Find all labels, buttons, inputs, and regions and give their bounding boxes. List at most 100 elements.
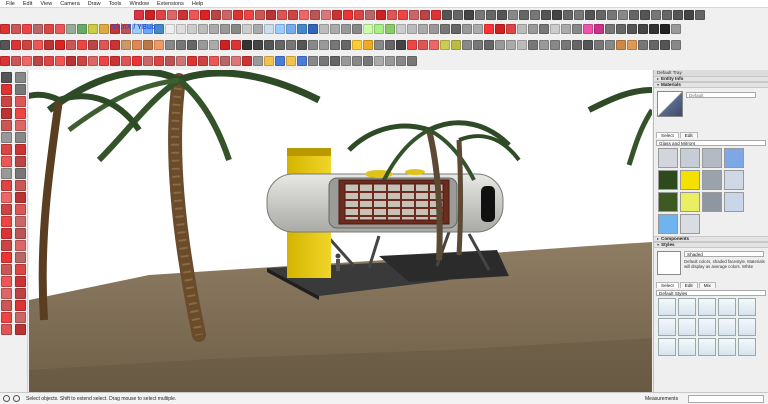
toolbar4-tool-icon[interactable] bbox=[308, 56, 318, 66]
toolbar1-tool-icon[interactable] bbox=[508, 10, 518, 20]
toolbar3-tool-icon[interactable] bbox=[539, 40, 549, 50]
toolbar2-tool-icon[interactable] bbox=[33, 24, 43, 34]
toolbar4-tool-icon[interactable] bbox=[143, 56, 153, 66]
toolbar3-tool-icon[interactable] bbox=[44, 40, 54, 50]
styles-library-select[interactable]: Default Styles bbox=[656, 290, 766, 296]
toolbar1-tool-icon[interactable] bbox=[662, 10, 672, 20]
toolbar1-tool-icon[interactable] bbox=[387, 10, 397, 20]
palette-tool-icon[interactable] bbox=[1, 132, 12, 143]
toolbar3-tool-icon[interactable] bbox=[605, 40, 615, 50]
styles-header[interactable]: ▾ Styles bbox=[654, 242, 768, 248]
toolbar1-tool-icon[interactable] bbox=[420, 10, 430, 20]
toolbar2-tool-icon[interactable] bbox=[660, 24, 670, 34]
toolbar4-tool-icon[interactable] bbox=[330, 56, 340, 66]
toolbar1-tool-icon[interactable] bbox=[530, 10, 540, 20]
toolbar2-tool-icon[interactable] bbox=[209, 24, 219, 34]
toolbar1-tool-icon[interactable] bbox=[233, 10, 243, 20]
toolbar3-tool-icon[interactable] bbox=[22, 40, 32, 50]
style-thumbnail-item[interactable] bbox=[698, 318, 716, 336]
toolbar2-tool-icon[interactable] bbox=[319, 24, 329, 34]
palette-tool-icon[interactable] bbox=[15, 288, 26, 299]
toolbar3-tool-icon[interactable] bbox=[33, 40, 43, 50]
info-icon[interactable] bbox=[3, 395, 10, 402]
material-swatch-item[interactable] bbox=[680, 148, 700, 168]
toolbar4-tool-icon[interactable] bbox=[242, 56, 252, 66]
material-swatch-item[interactable] bbox=[658, 214, 678, 234]
toolbar3-tool-icon[interactable] bbox=[484, 40, 494, 50]
palette-tool-icon[interactable] bbox=[1, 156, 12, 167]
toolbar4-tool-icon[interactable] bbox=[396, 56, 406, 66]
material-swatch-item[interactable] bbox=[702, 192, 722, 212]
palette-tool-icon[interactable] bbox=[15, 192, 26, 203]
toolbar3-tool-icon[interactable] bbox=[330, 40, 340, 50]
toolbar2-tool-icon[interactable] bbox=[154, 24, 164, 34]
palette-tool-icon[interactable] bbox=[15, 168, 26, 179]
toolbar3-tool-icon[interactable] bbox=[649, 40, 659, 50]
toolbar2-tool-icon[interactable] bbox=[440, 24, 450, 34]
toolbar3-tool-icon[interactable] bbox=[495, 40, 505, 50]
toolbar4-tool-icon[interactable] bbox=[99, 56, 109, 66]
toolbar3-tool-icon[interactable] bbox=[517, 40, 527, 50]
toolbar3-tool-icon[interactable] bbox=[429, 40, 439, 50]
toolbar4-tool-icon[interactable] bbox=[88, 56, 98, 66]
toolbar1-tool-icon[interactable] bbox=[189, 10, 199, 20]
style-thumbnail-item[interactable] bbox=[738, 318, 756, 336]
style-thumbnail-item[interactable] bbox=[678, 318, 696, 336]
toolbar1-tool-icon[interactable] bbox=[409, 10, 419, 20]
toolbar2-tool-icon[interactable] bbox=[594, 24, 604, 34]
toolbar3-tool-icon[interactable] bbox=[671, 40, 681, 50]
toolbar2-tool-icon[interactable] bbox=[165, 24, 175, 34]
toolbar2-tool-icon[interactable] bbox=[66, 24, 76, 34]
toolbar4-tool-icon[interactable] bbox=[374, 56, 384, 66]
toolbar1-tool-icon[interactable] bbox=[376, 10, 386, 20]
toolbar3-tool-icon[interactable] bbox=[143, 40, 153, 50]
palette-tool-icon[interactable] bbox=[1, 108, 12, 119]
toolbar2-tool-icon[interactable] bbox=[550, 24, 560, 34]
toolbar1-tool-icon[interactable] bbox=[299, 10, 309, 20]
toolbar3-tool-icon[interactable] bbox=[462, 40, 472, 50]
toolbar3-tool-icon[interactable] bbox=[121, 40, 131, 50]
toolbar3-tool-icon[interactable] bbox=[275, 40, 285, 50]
toolbar4-tool-icon[interactable] bbox=[297, 56, 307, 66]
toolbar1-tool-icon[interactable] bbox=[629, 10, 639, 20]
toolbar2-tool-icon[interactable] bbox=[671, 24, 681, 34]
toolbar3-tool-icon[interactable] bbox=[506, 40, 516, 50]
palette-tool-icon[interactable] bbox=[1, 300, 12, 311]
palette-tool-icon[interactable] bbox=[15, 180, 26, 191]
palette-tool-icon[interactable] bbox=[1, 120, 12, 131]
toolbar1-tool-icon[interactable] bbox=[145, 10, 155, 20]
menu-edit[interactable]: Edit bbox=[19, 0, 36, 8]
menu-draw[interactable]: Draw bbox=[84, 0, 105, 8]
palette-tool-icon[interactable] bbox=[1, 144, 12, 155]
palette-tool-icon[interactable] bbox=[1, 168, 12, 179]
material-swatch-item[interactable] bbox=[702, 148, 722, 168]
toolbar1-tool-icon[interactable] bbox=[134, 10, 144, 20]
toolbar2-tool-icon[interactable] bbox=[22, 24, 32, 34]
toolbar4-tool-icon[interactable] bbox=[231, 56, 241, 66]
toolbar3-tool-icon[interactable] bbox=[572, 40, 582, 50]
toolbar1-tool-icon[interactable] bbox=[475, 10, 485, 20]
toolbar4-tool-icon[interactable] bbox=[385, 56, 395, 66]
style-thumbnail-item[interactable] bbox=[718, 298, 736, 316]
toolbar2-tool-icon[interactable] bbox=[341, 24, 351, 34]
toolbar1-tool-icon[interactable] bbox=[266, 10, 276, 20]
toolbar2-tool-icon[interactable] bbox=[374, 24, 384, 34]
palette-tool-icon[interactable] bbox=[15, 144, 26, 155]
toolbar1-tool-icon[interactable] bbox=[695, 10, 705, 20]
toolbar2-tool-icon[interactable] bbox=[528, 24, 538, 34]
geo-location-icon[interactable] bbox=[13, 395, 20, 402]
toolbar1-tool-icon[interactable] bbox=[618, 10, 628, 20]
toolbar2-tool-icon[interactable] bbox=[77, 24, 87, 34]
styles-tab-select[interactable]: Select bbox=[656, 282, 679, 288]
toolbar2-tool-icon[interactable] bbox=[616, 24, 626, 34]
palette-tool-icon[interactable] bbox=[15, 240, 26, 251]
menu-window[interactable]: Window bbox=[125, 0, 153, 8]
palette-tool-icon[interactable] bbox=[1, 96, 12, 107]
material-swatch-item[interactable] bbox=[724, 170, 744, 190]
material-name-field[interactable]: Default bbox=[686, 92, 756, 98]
toolbar4-tool-icon[interactable] bbox=[22, 56, 32, 66]
toolbar1-tool-icon[interactable] bbox=[651, 10, 661, 20]
palette-tool-icon[interactable] bbox=[1, 192, 12, 203]
toolbar3-tool-icon[interactable] bbox=[99, 40, 109, 50]
toolbar1-tool-icon[interactable] bbox=[310, 10, 320, 20]
